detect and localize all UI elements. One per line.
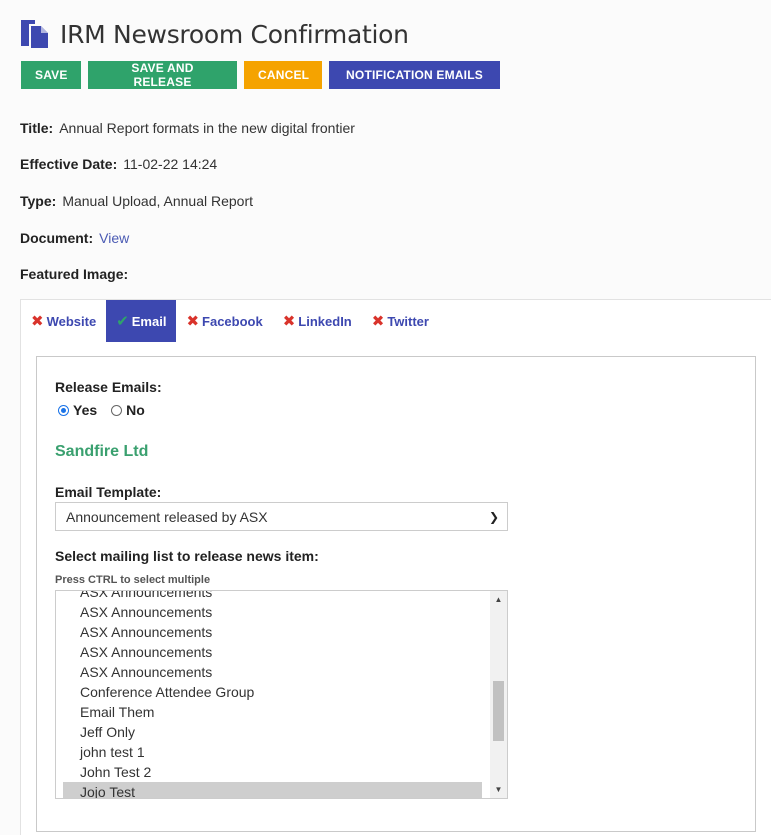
- effective-date-field: Effective Date: 11-02-22 14:24: [20, 156, 217, 172]
- release-emails-radio-group: Yes No: [58, 402, 145, 418]
- list-item[interactable]: ASX Announcements: [56, 642, 491, 662]
- tab-facebook[interactable]: ✖ Facebook: [176, 300, 272, 342]
- yes-radio[interactable]: [58, 404, 69, 416]
- scroll-down-arrow-icon[interactable]: ▼: [490, 781, 507, 798]
- page-header: IRM Newsroom Confirmation: [19, 18, 409, 50]
- document-label: Document:: [20, 230, 94, 246]
- no-label: No: [126, 402, 145, 418]
- page-title: IRM Newsroom Confirmation: [60, 19, 409, 49]
- tab-label: Facebook: [202, 313, 263, 329]
- chevron-down-icon: ❯: [488, 510, 499, 524]
- featured-image-label: Featured Image:: [20, 266, 129, 282]
- document-field: Document: View: [20, 230, 129, 246]
- notification-emails-button[interactable]: NOTIFICATION EMAILS: [329, 61, 500, 89]
- document-view-link[interactable]: View: [99, 230, 129, 246]
- type-label: Type:: [20, 193, 57, 209]
- mailing-list-listbox[interactable]: ASX Announcements ASX Announcements ASX …: [55, 590, 508, 799]
- list-item[interactable]: John Test 2: [56, 762, 491, 782]
- email-template-value: Announcement released by ASX: [66, 509, 268, 525]
- document-copy-icon: [21, 20, 48, 48]
- list-item[interactable]: Conference Attendee Group: [56, 682, 491, 702]
- list-item[interactable]: john test 1: [56, 742, 491, 762]
- cancel-button[interactable]: CANCEL: [244, 61, 322, 89]
- title-label: Title:: [20, 120, 54, 136]
- type-field: Type: Manual Upload, Annual Report: [20, 193, 253, 209]
- email-template-label: Email Template:: [55, 484, 162, 500]
- tab-email[interactable]: ✔ Email: [106, 300, 177, 342]
- email-template-select[interactable]: Announcement released by ASX ❯: [55, 502, 508, 531]
- company-name: Sandfire Ltd: [55, 443, 149, 460]
- error-x-icon: ✖: [186, 313, 200, 330]
- scrollbar-thumb[interactable]: [493, 681, 504, 741]
- list-item[interactable]: Jeff Only: [56, 722, 491, 742]
- channel-tabs: ✖ Website ✔ Email ✖ Facebook ✖ LinkedIn …: [21, 300, 439, 342]
- list-item[interactable]: ASX Announcements: [56, 662, 491, 682]
- list-item-selected[interactable]: Jojo Test: [63, 782, 482, 798]
- error-x-icon: ✖: [31, 313, 44, 330]
- email-settings-card: Release Emails: Yes No Sandfire Ltd Emai…: [36, 356, 756, 832]
- list-item[interactable]: ASX Announcements: [56, 591, 491, 602]
- scroll-up-arrow-icon[interactable]: ▲: [490, 591, 507, 608]
- type-value: Manual Upload, Annual Report: [62, 193, 253, 209]
- mailing-list-items: ASX Announcements ASX Announcements ASX …: [56, 591, 491, 798]
- no-radio[interactable]: [111, 404, 123, 416]
- checkmark-icon: ✔: [116, 313, 129, 330]
- tab-twitter[interactable]: ✖ Twitter: [362, 300, 439, 342]
- title-value: Annual Report formats in the new digital…: [59, 120, 355, 136]
- yes-label: Yes: [73, 402, 98, 418]
- mailing-list-hint: Press CTRL to select multiple: [55, 574, 211, 586]
- save-and-release-button[interactable]: SAVE AND RELEASE: [88, 61, 237, 89]
- tab-label: Email: [131, 313, 167, 329]
- list-item[interactable]: Email Them: [56, 702, 491, 722]
- release-channels-panel: ✖ Website ✔ Email ✖ Facebook ✖ LinkedIn …: [20, 299, 771, 835]
- error-x-icon: ✖: [371, 313, 385, 330]
- list-item[interactable]: ASX Announcements: [56, 602, 491, 622]
- error-x-icon: ✖: [282, 313, 296, 330]
- title-field: Title: Annual Report formats in the new d…: [20, 120, 355, 136]
- featured-image-field: Featured Image:: [20, 266, 134, 282]
- tab-label: Twitter: [387, 313, 429, 329]
- tab-website[interactable]: ✖ Website: [21, 300, 106, 342]
- listbox-scrollbar[interactable]: ▲ ▼: [490, 591, 507, 798]
- effective-date-label: Effective Date:: [20, 156, 118, 172]
- toolbar: SAVE SAVE AND RELEASE CANCEL NOTIFICATIO…: [21, 61, 500, 89]
- tab-label: LinkedIn: [298, 313, 352, 329]
- mailing-list-label: Select mailing list to release news item…: [55, 548, 319, 564]
- tab-label: Website: [46, 313, 97, 329]
- tab-linkedin[interactable]: ✖ LinkedIn: [273, 300, 362, 342]
- release-emails-label: Release Emails:: [55, 379, 162, 395]
- save-button[interactable]: SAVE: [21, 61, 81, 89]
- effective-date-value: 11-02-22 14:24: [123, 156, 218, 172]
- list-item[interactable]: ASX Announcements: [56, 622, 491, 642]
